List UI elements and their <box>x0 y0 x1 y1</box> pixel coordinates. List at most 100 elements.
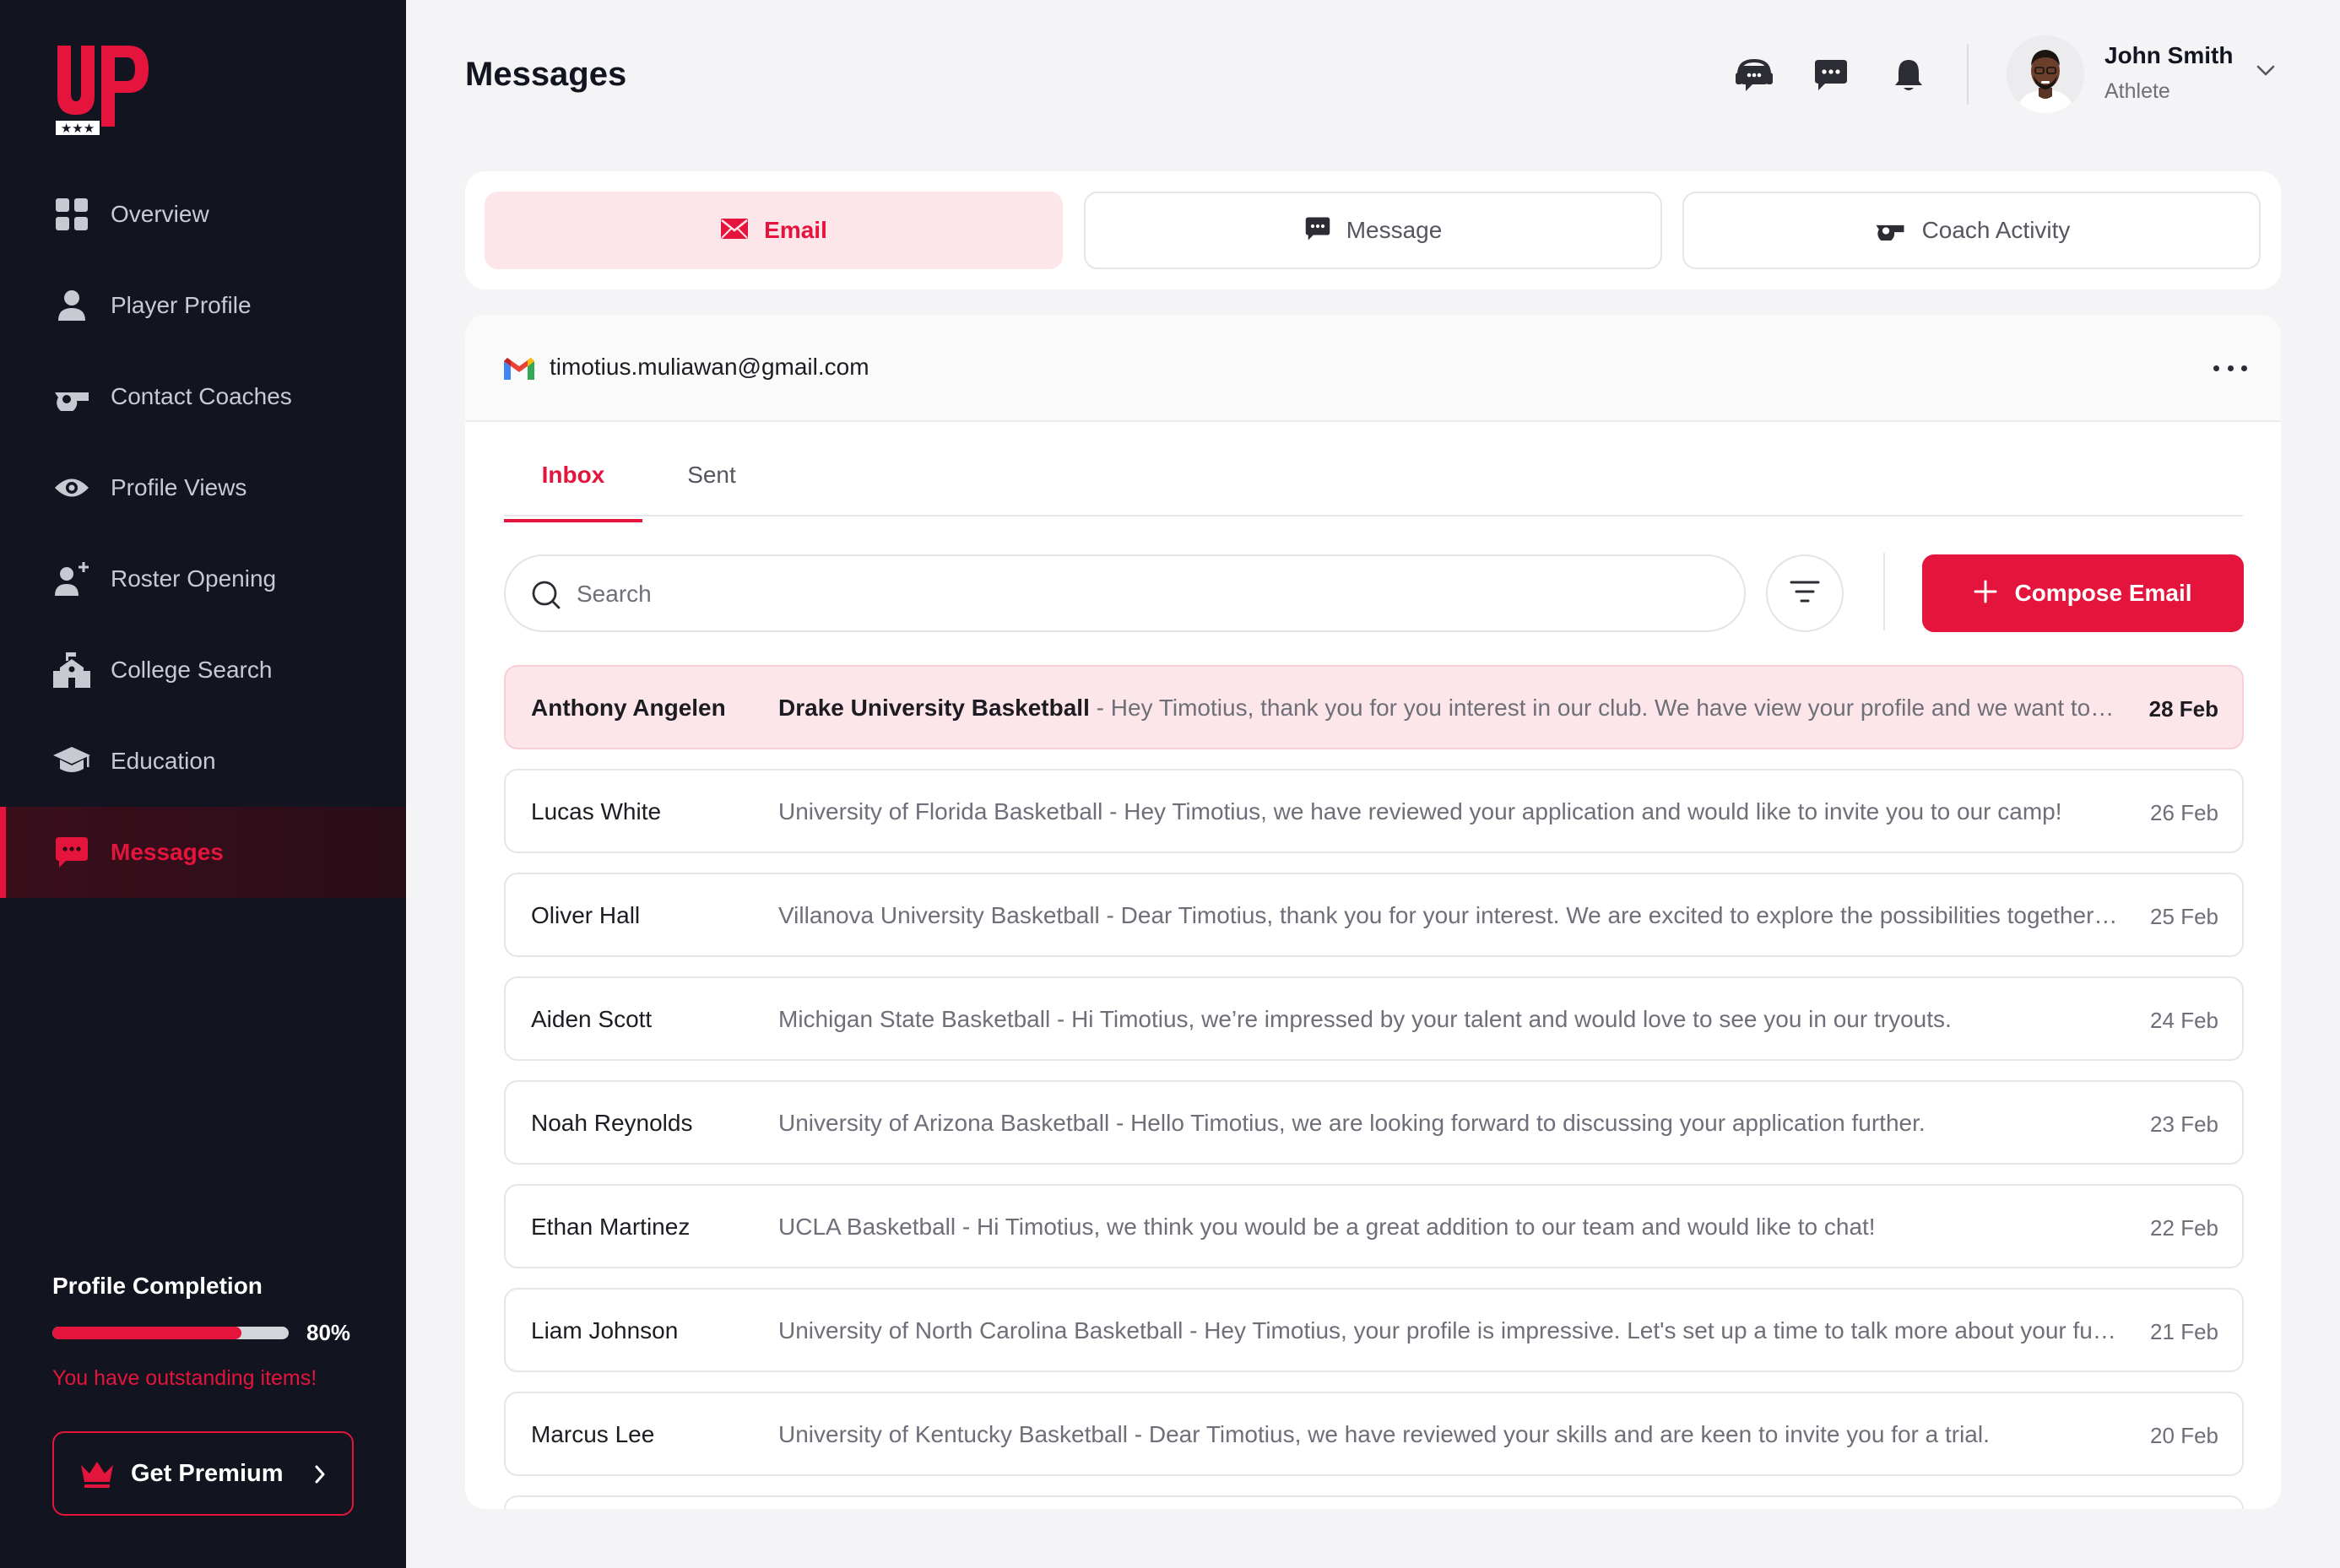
sidebar-item-education[interactable]: Education <box>0 716 406 807</box>
email-subject: University of Kentucky Basketball <box>778 1421 1128 1447</box>
email-preview: Dear Timotius, thank you for your intere… <box>1120 902 2121 928</box>
email-row[interactable]: Oliver Hall Villanova University Basketb… <box>504 873 2244 957</box>
sidebar-item-messages[interactable]: Messages <box>0 807 406 898</box>
sidebar-item-overview[interactable]: Overview <box>0 169 406 260</box>
user-role: Athlete <box>2104 79 2170 103</box>
mailbox-header: timotius.muliawan@gmail.com <box>465 315 2281 422</box>
profile-completion-percent: 80% <box>306 1320 351 1345</box>
sidebar: ★★★ Overview Player Profile Contact Coac… <box>0 0 406 1568</box>
email-date: 22 Feb <box>2150 1215 2218 1241</box>
filter-icon <box>1790 580 1820 608</box>
header-divider <box>1967 44 1969 105</box>
email-row[interactable]: Lucas White University of Florida Basket… <box>504 769 2244 853</box>
envelope-icon <box>720 218 749 244</box>
eye-icon <box>51 467 93 509</box>
compose-email-button[interactable]: Compose Email <box>1922 554 2244 632</box>
email-subject: University of North Carolina Basketball <box>778 1317 1184 1344</box>
graduation-cap-icon <box>51 740 93 782</box>
search-field[interactable] <box>504 554 1746 632</box>
sidebar-item-label: Education <box>111 748 216 774</box>
email-row[interactable]: Ethan Martinez UCLA Basketball - Hi Timo… <box>504 1184 2244 1268</box>
more-options-icon[interactable] <box>2213 355 2247 381</box>
tab-sent-label: Sent <box>687 462 736 488</box>
chevron-right-icon <box>313 1463 327 1490</box>
plus-icon <box>1974 580 1997 608</box>
page-title: Messages <box>465 56 627 93</box>
email-body: Villanova University Basketball - Dear T… <box>778 902 2121 929</box>
email-body: University of Kentucky Basketball - Dear… <box>778 1421 1990 1447</box>
email-preview: Hey Timotius, your profile is impressive… <box>1204 1317 2121 1344</box>
compose-email-label: Compose Email <box>2014 580 2192 606</box>
sidebar-item-contact-coaches[interactable]: Contact Coaches <box>0 351 406 442</box>
tab-email[interactable]: Email <box>485 192 1063 269</box>
tab-label: Coach Activity <box>1921 217 2071 243</box>
sidebar-item-roster-opening[interactable]: Roster Opening <box>0 533 406 624</box>
email-body: Drake University Basketball - Hey Timoti… <box>778 695 2121 722</box>
sidebar-item-player-profile[interactable]: Player Profile <box>0 260 406 351</box>
sidebar-item-label: Player Profile <box>111 292 252 318</box>
email-preview: Hi Timotius, we think you would be a gre… <box>977 1214 1876 1240</box>
tabs-divider <box>504 515 2243 516</box>
sidebar-item-label: Profile Views <box>111 474 247 500</box>
toolbar-divider <box>1883 553 1885 630</box>
tab-sent[interactable]: Sent <box>642 462 781 522</box>
email-subject: UCLA Basketball <box>778 1214 956 1240</box>
search-input[interactable] <box>577 573 1716 615</box>
profile-completion-bar <box>52 1327 289 1339</box>
user-icon <box>51 284 93 327</box>
email-body: University of Arizona Basketball - Hello… <box>778 1110 1926 1136</box>
sidebar-item-label: Contact Coaches <box>111 383 292 409</box>
message-icon[interactable] <box>1810 54 1852 96</box>
email-row[interactable]: Aiden Scott Michigan State Basketball - … <box>504 976 2244 1061</box>
email-preview: Dear Timotius, we have reviewed your ski… <box>1148 1421 1990 1447</box>
email-date: 21 Feb <box>2150 1319 2218 1344</box>
email-preview: Hi Timotius, we’re impressed by your tal… <box>1071 1006 1952 1032</box>
email-subject: University of Florida Basketball <box>778 798 1103 825</box>
sidebar-item-label: Overview <box>111 201 209 227</box>
email-sender: Lucas White <box>531 798 662 825</box>
svg-text:★★★: ★★★ <box>61 121 95 136</box>
search-icon <box>531 580 561 614</box>
email-row[interactable]: Liam Johnson University of North Carolin… <box>504 1288 2244 1372</box>
email-row[interactable]: Noah Reynolds University of Arizona Bask… <box>504 1080 2244 1165</box>
email-date: 20 Feb <box>2150 1423 2218 1448</box>
email-row-partial[interactable] <box>504 1495 2244 1509</box>
avatar[interactable] <box>2007 35 2084 113</box>
outstanding-items-warning[interactable]: You have outstanding items! <box>52 1366 317 1391</box>
email-sender: Ethan Martinez <box>531 1214 691 1240</box>
filter-button[interactable] <box>1766 554 1844 632</box>
bell-icon[interactable] <box>1888 54 1930 96</box>
profile-completion-title: Profile Completion <box>52 1273 263 1299</box>
crown-icon <box>79 1460 115 1493</box>
tab-message[interactable]: Message <box>1084 192 1662 269</box>
get-premium-button[interactable]: Get Premium <box>52 1431 354 1516</box>
email-row[interactable]: Marcus Lee University of Kentucky Basket… <box>504 1392 2244 1476</box>
email-date: 23 Feb <box>2150 1111 2218 1137</box>
email-date: 28 Feb <box>2148 696 2218 722</box>
sidebar-item-college-search[interactable]: College Search <box>0 624 406 716</box>
email-date: 26 Feb <box>2150 800 2218 825</box>
email-sender: Liam Johnson <box>531 1317 679 1344</box>
profile-completion-fill <box>52 1327 241 1339</box>
chevron-down-icon[interactable] <box>2256 64 2276 82</box>
whistle-icon <box>1873 217 1907 245</box>
support-chat-icon[interactable] <box>1733 54 1775 96</box>
tab-coach-activity[interactable]: Coach Activity <box>1682 192 2261 269</box>
brand-logo[interactable]: ★★★ <box>52 42 154 139</box>
email-body: University of Florida Basketball - Hey T… <box>778 798 2062 825</box>
sidebar-item-label: Roster Opening <box>111 565 277 592</box>
message-type-tabs: Email Message Coach Activity <box>465 171 2281 289</box>
email-body: University of North Carolina Basketball … <box>778 1317 2121 1344</box>
email-date: 24 Feb <box>2150 1008 2218 1033</box>
sidebar-item-profile-views[interactable]: Profile Views <box>0 442 406 533</box>
email-preview: Hello Timotius, we are looking forward t… <box>1130 1110 1926 1136</box>
tab-inbox[interactable]: Inbox <box>504 462 642 522</box>
user-name[interactable]: John Smith <box>2104 42 2233 69</box>
email-subject: Villanova University Basketball <box>778 902 1100 928</box>
get-premium-label: Get Premium <box>131 1459 284 1487</box>
email-date: 25 Feb <box>2150 904 2218 929</box>
email-sender: Oliver Hall <box>531 902 641 928</box>
email-row[interactable]: Anthony Angelen Drake University Basketb… <box>504 665 2244 749</box>
email-preview: Hey Timotius, thank you for you interest… <box>1110 695 2121 721</box>
email-sender: Anthony Angelen <box>531 695 726 721</box>
